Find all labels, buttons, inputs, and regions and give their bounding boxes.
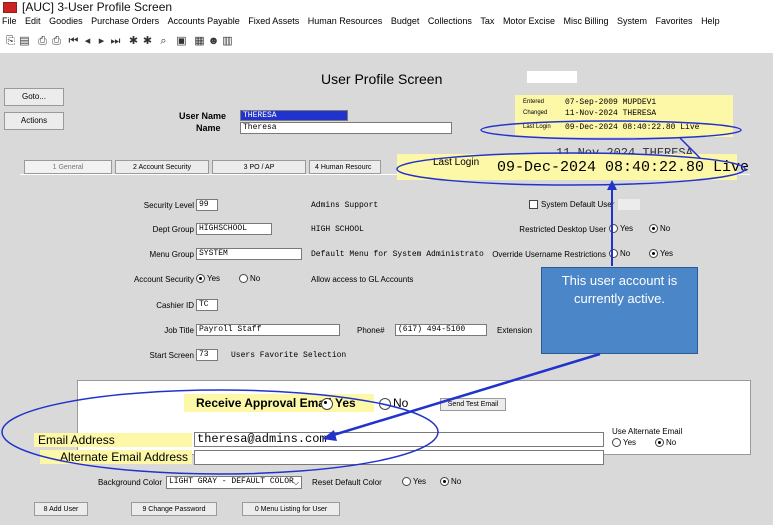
email-ellipse — [1, 389, 439, 475]
last-login-ellipse — [480, 120, 742, 140]
connector-line — [679, 137, 701, 159]
arrow-head-down — [322, 430, 337, 441]
callout-arrow-down — [329, 352, 601, 438]
annotation-overlay — [1, 120, 746, 475]
zoom-ellipse — [396, 152, 746, 186]
